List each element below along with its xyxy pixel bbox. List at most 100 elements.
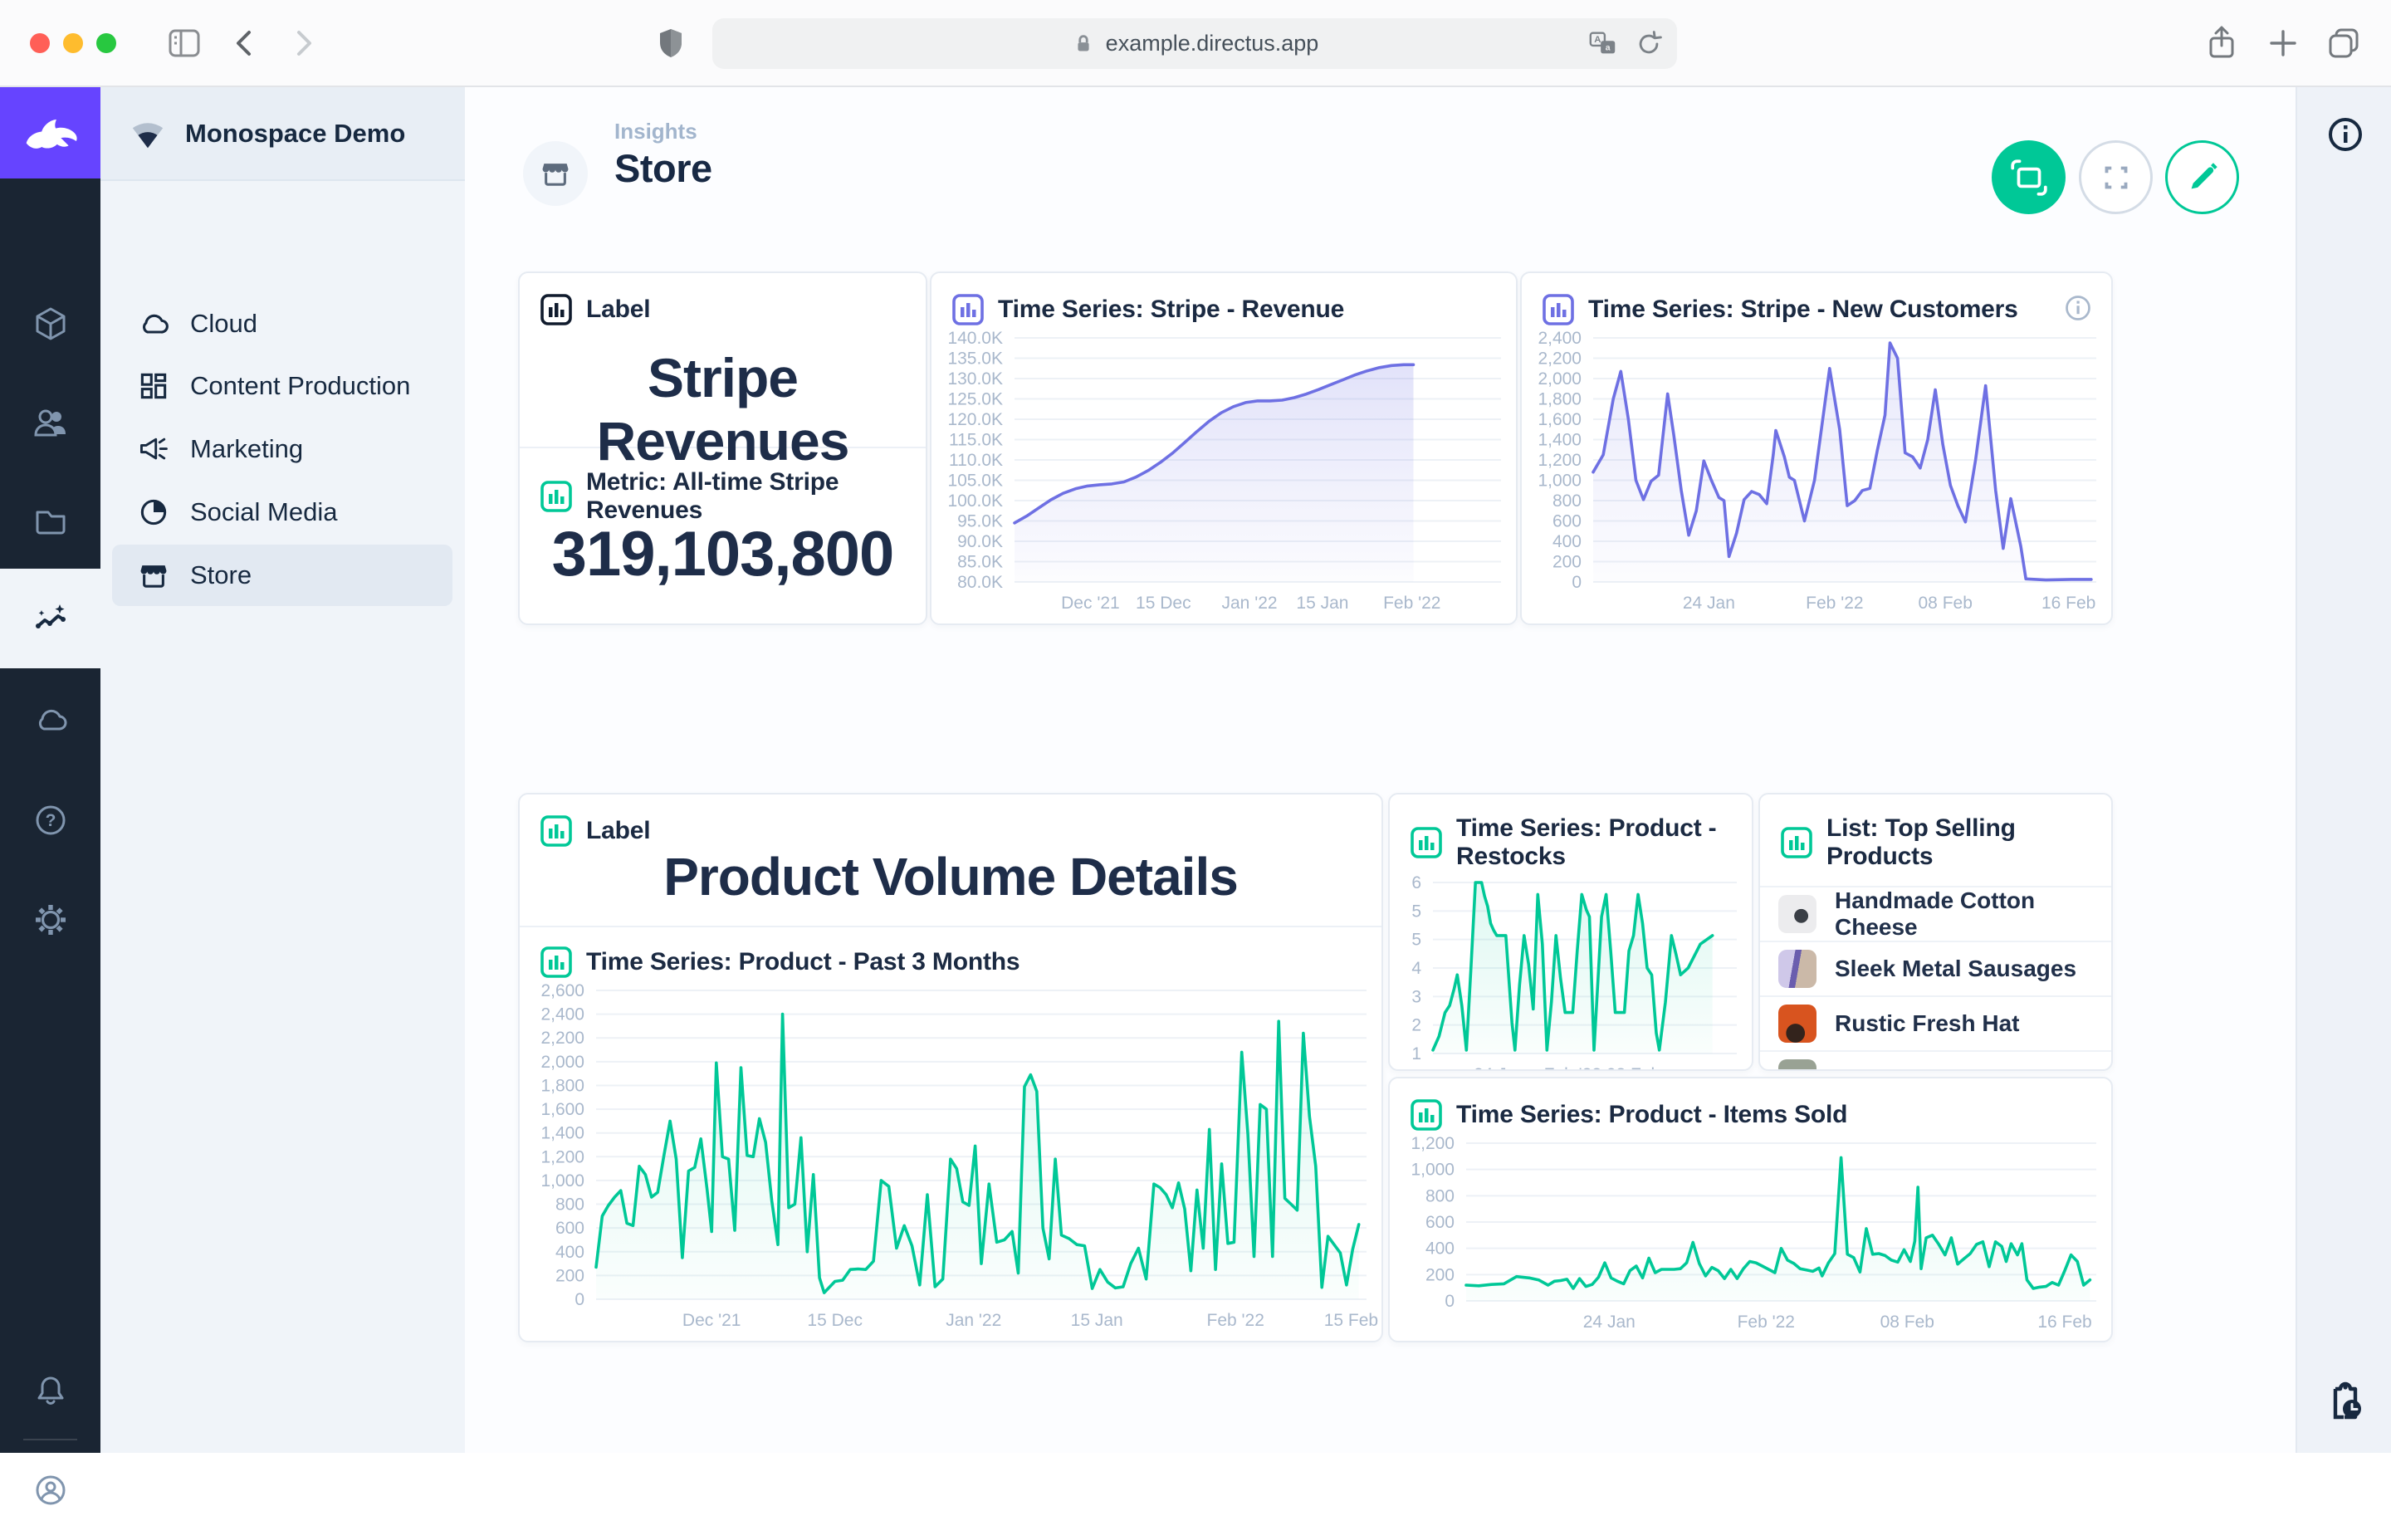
svg-text:200: 200	[1552, 553, 1582, 572]
project-name: Monospace Demo	[185, 119, 405, 149]
address-bar[interactable]: example.directus.app Aa	[712, 18, 1677, 69]
edit-dashboard-button[interactable]	[2165, 140, 2239, 214]
svg-text:08 Feb: 08 Feb	[1919, 594, 1973, 613]
breadcrumb[interactable]: Insights	[614, 119, 697, 144]
directus-logo[interactable]	[0, 87, 100, 178]
product-restocks-chart: 655432124 JanFeb '2208 Feb	[1390, 871, 1752, 1071]
svg-text:2,200: 2,200	[1538, 350, 1582, 369]
project-header[interactable]: Monospace Demo	[100, 87, 465, 181]
svg-text:5: 5	[1411, 902, 1421, 921]
svg-text:400: 400	[555, 1243, 584, 1262]
panel-product-restocks[interactable]: Time Series: Product - Restocks 65543212…	[1388, 793, 1753, 1071]
sidebar-item-label: Cloud	[190, 309, 257, 339]
minimize-window-button[interactable]	[63, 33, 83, 53]
svg-text:5: 5	[1411, 931, 1421, 950]
svg-text:1,600: 1,600	[540, 1100, 584, 1119]
panel-type-label: Label	[586, 296, 650, 324]
product-thumbnail	[1778, 950, 1816, 988]
right-sidebar	[2296, 87, 2391, 1453]
module-content-button[interactable]	[0, 274, 100, 374]
panel-product-items-sold[interactable]: Time Series: Product - Items Sold 1,2001…	[1388, 1077, 2113, 1342]
gear-icon	[32, 902, 69, 938]
panel-title: Time Series: Product - Items Sold	[1456, 1101, 1847, 1129]
product-name: Tasty Plastic Shirt	[1835, 1065, 2035, 1071]
svg-text:600: 600	[555, 1219, 584, 1238]
cloud-icon	[32, 702, 69, 738]
storefront-icon	[137, 559, 170, 592]
svg-text:1: 1	[1411, 1044, 1421, 1063]
svg-text:Jan '22: Jan '22	[1222, 594, 1278, 613]
sidebar-item-content-production[interactable]: Content Production	[112, 355, 452, 417]
list-item[interactable]: Tasty Plastic Shirt	[1760, 1050, 2111, 1071]
module-settings-button[interactable]	[0, 870, 100, 970]
page-title: Store	[614, 145, 712, 191]
module-files-button[interactable]	[0, 472, 100, 571]
notifications-button[interactable]	[0, 1341, 100, 1440]
module-insights-button[interactable]	[0, 569, 100, 668]
list-panel-icon	[1780, 826, 1813, 859]
product-past-3-months-chart: 2,6002,4002,2002,0001,8001,6001,4001,200…	[520, 979, 1381, 1334]
zoom-to-fit-button[interactable]	[1992, 140, 2066, 214]
sidebar-item-marketing[interactable]: Marketing	[112, 418, 452, 480]
sidebar-item-store[interactable]: Store	[112, 545, 452, 606]
sidebar-item-social-media[interactable]: Social Media	[112, 482, 452, 543]
svg-text:1,000: 1,000	[1538, 472, 1582, 491]
module-cloud-button[interactable]	[0, 670, 100, 770]
product-name: Rustic Fresh Hat	[1835, 1010, 2020, 1037]
svg-text:1,200: 1,200	[540, 1147, 584, 1166]
svg-text:2,000: 2,000	[1538, 369, 1582, 389]
list-item[interactable]: Sleek Metal Sausages	[1760, 941, 2111, 995]
time-series-panel-icon	[1410, 826, 1443, 859]
metric-panel-icon	[540, 480, 573, 513]
product-thumbnail	[1778, 895, 1816, 933]
back-button[interactable]	[226, 24, 264, 62]
tab-overview-icon[interactable]	[2325, 24, 2363, 62]
fit-screen-icon	[2008, 157, 2050, 198]
svg-text:2,200: 2,200	[540, 1029, 584, 1048]
dashboard-avatar	[523, 141, 588, 206]
svg-text:Jan '22: Jan '22	[946, 1311, 1001, 1330]
zoom-window-button[interactable]	[96, 33, 116, 53]
account-button[interactable]	[0, 1440, 100, 1540]
info-sidebar-button[interactable]	[2325, 115, 2365, 159]
translate-icon[interactable]: Aa	[1587, 28, 1619, 60]
svg-text:16 Feb: 16 Feb	[2037, 1313, 2091, 1332]
time-series-panel-icon	[540, 946, 573, 979]
svg-text:135.0K: 135.0K	[947, 350, 1003, 369]
svg-text:15 Dec: 15 Dec	[807, 1311, 863, 1330]
close-window-button[interactable]	[30, 33, 50, 53]
fullscreen-button[interactable]	[2079, 140, 2153, 214]
panel-info-icon[interactable]	[2063, 293, 2093, 327]
list-item[interactable]: Handmade Cotton Cheese	[1760, 886, 2111, 941]
panel-top-selling-products[interactable]: List: Top Selling Products Handmade Cott…	[1758, 793, 2113, 1071]
module-help-button[interactable]: ?	[0, 770, 100, 870]
cloud-icon	[137, 307, 170, 340]
panel-stripe-revenue[interactable]: Time Series: Stripe - Revenue 140.0K135.…	[930, 271, 1518, 625]
module-users-button[interactable]	[0, 373, 100, 472]
svg-text:90.0K: 90.0K	[957, 532, 1003, 551]
list-item[interactable]: Rustic Fresh Hat	[1760, 995, 2111, 1050]
svg-text:120.0K: 120.0K	[947, 410, 1003, 429]
panel-stripe-label-metric[interactable]: Label Stripe Revenues Metric: All-time S…	[518, 271, 927, 625]
product-thumbnail	[1778, 1059, 1816, 1071]
svg-text:24 Jan: 24 Jan	[1683, 594, 1735, 613]
browser-toolbar: example.directus.app Aa	[0, 0, 2391, 87]
svg-text:2,600: 2,600	[540, 981, 584, 1000]
reload-icon[interactable]	[1634, 29, 1664, 59]
activity-log-button[interactable]	[2324, 1381, 2367, 1428]
sidebar-item-label: Store	[190, 560, 252, 590]
panel-stripe-new-customers[interactable]: Time Series: Stripe - New Customers 2,40…	[1520, 271, 2113, 625]
panel-product-volume[interactable]: Label Product Volume Details Time Series…	[518, 793, 1383, 1342]
sidebar-item-cloud[interactable]: Cloud	[112, 293, 452, 354]
new-tab-icon[interactable]	[2264, 24, 2302, 62]
svg-text:0: 0	[575, 1290, 584, 1309]
privacy-shield-icon[interactable]	[652, 24, 690, 62]
time-series-panel-icon	[1410, 1098, 1443, 1132]
sidebar-toggle-icon[interactable]	[165, 24, 203, 62]
svg-text:2,400: 2,400	[1538, 329, 1582, 348]
svg-text:85.0K: 85.0K	[957, 553, 1003, 572]
svg-text:600: 600	[1425, 1213, 1455, 1232]
svg-text:400: 400	[1425, 1239, 1455, 1259]
forward-button[interactable]	[284, 24, 322, 62]
share-icon[interactable]	[2203, 24, 2241, 62]
